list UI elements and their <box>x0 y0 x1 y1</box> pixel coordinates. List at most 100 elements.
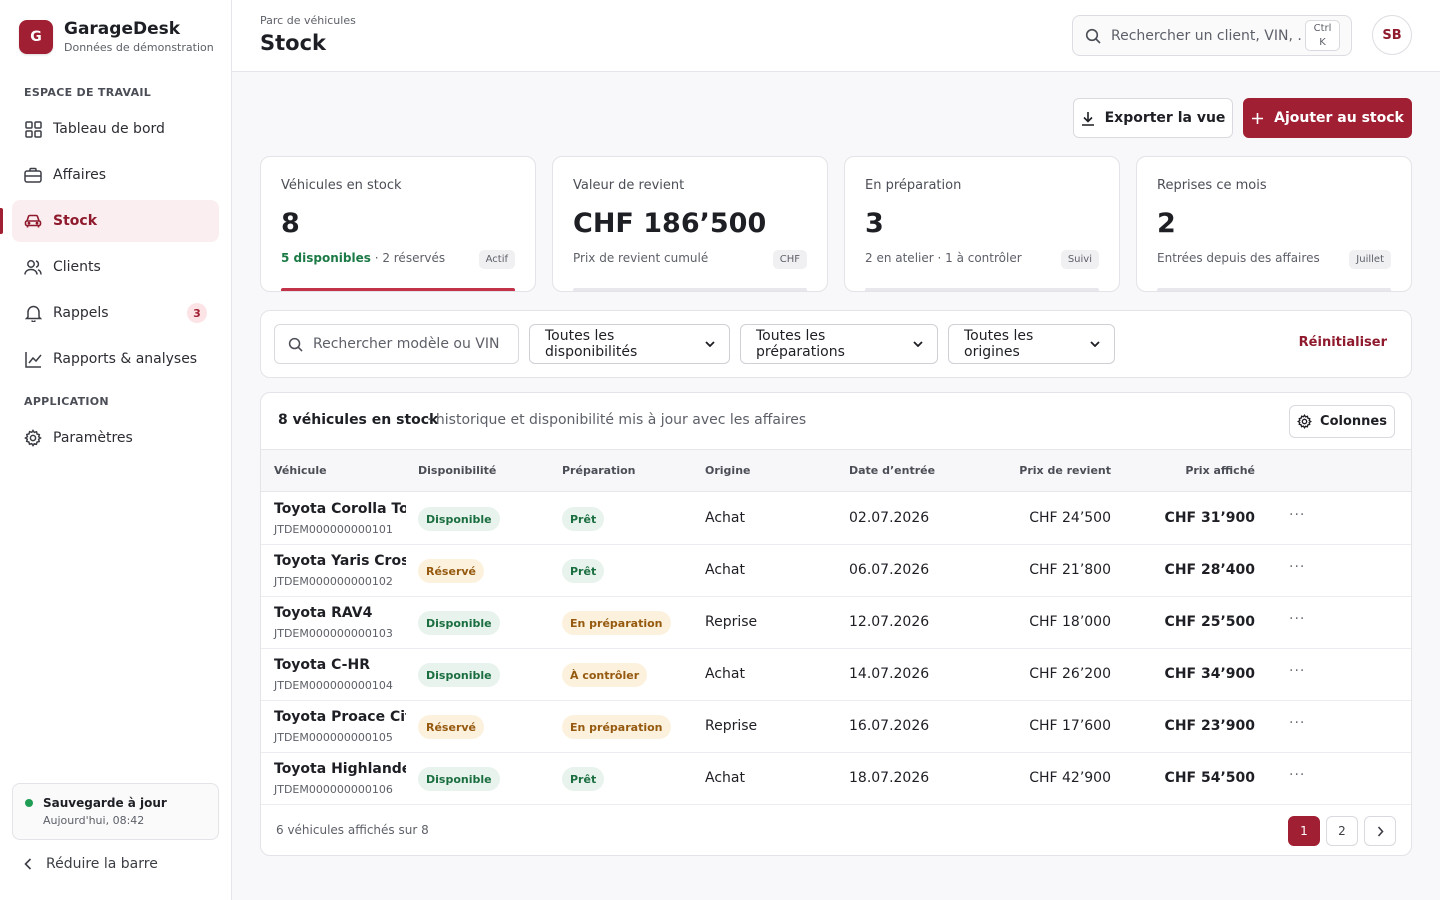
collapse-label: Réduire la barre <box>46 856 158 872</box>
user-avatar[interactable]: SB <box>1372 15 1412 55</box>
row-more-actions-button[interactable]: ··· <box>1289 507 1305 523</box>
search-icon <box>288 337 303 352</box>
kpi-progress-fill <box>281 288 515 291</box>
section-application: APPLICATION <box>24 395 109 408</box>
column-header-cost-price[interactable]: Prix de revient <box>961 464 1111 477</box>
kpi-tag: Juillet <box>1349 250 1391 269</box>
export-view-button[interactable]: Exporter la vue <box>1073 98 1233 138</box>
save-status-dot <box>25 799 33 807</box>
availability-badge: Disponible <box>418 507 500 531</box>
page-2-button[interactable]: 2 <box>1326 816 1358 846</box>
vehicle-vin: JTDEM000000000101 <box>274 523 393 536</box>
sidebar-item-label: Stock <box>53 213 98 229</box>
cost-price-cell: CHF 42’900 <box>1029 770 1111 786</box>
table-row[interactable]: Toyota Corolla Touring Sports JTDEM000000… <box>261 493 1411 545</box>
sidebar-item-label: Paramètres <box>53 430 133 446</box>
sidebar-item-affaires[interactable]: Affaires <box>12 154 219 196</box>
kpi-foot: Entrées depuis des affaires <box>1157 251 1320 265</box>
sidebar-item-label: Tableau de bord <box>53 121 165 137</box>
preparation-badge: En préparation <box>562 715 671 739</box>
row-more-actions-button[interactable]: ··· <box>1289 611 1305 627</box>
table-row[interactable]: Toyota Yaris Cross JTDEM000000000102 Réser… <box>261 545 1411 597</box>
table-row[interactable]: Toyota Highlander JTDEM000000000106 Dispon… <box>261 753 1411 805</box>
column-header-entry-date[interactable]: Date d’entrée <box>849 464 935 477</box>
kpi-foot-text: · 2 réservés <box>374 251 446 265</box>
listed-price-cell: CHF 34’900 <box>1164 666 1255 682</box>
kpi-progress-track <box>281 288 515 291</box>
listed-price-cell: CHF 31’900 <box>1164 510 1255 526</box>
sidebar-item-parametres[interactable]: Paramètres <box>12 417 219 459</box>
collapse-sidebar-button[interactable]: Réduire la barre <box>24 856 158 872</box>
vehicle-name[interactable]: Toyota Highlander <box>274 761 406 777</box>
column-header-availability[interactable]: Disponibilité <box>418 464 496 477</box>
table-row[interactable]: Toyota Proace City JTDEM000000000105 Réser… <box>261 701 1411 753</box>
vehicle-vin: JTDEM000000000103 <box>274 627 393 640</box>
kpi-value: 8 <box>281 208 300 239</box>
sidebar: G GarageDesk Données de démonstration ES… <box>0 0 232 900</box>
availability-badge: Réservé <box>418 715 484 739</box>
kpi-tag: Actif <box>478 250 515 269</box>
brand-logo: G <box>19 20 53 54</box>
preparation-badge: Prêt <box>562 767 605 791</box>
add-to-stock-button[interactable]: Ajouter au stock <box>1243 98 1412 138</box>
column-header-origin[interactable]: Origine <box>705 464 750 477</box>
table-row[interactable]: Toyota RAV4 JTDEM000000000103 Disponible En… <box>261 597 1411 649</box>
cost-price-cell: CHF 24’500 <box>1029 510 1111 526</box>
vehicle-search[interactable] <box>274 324 519 364</box>
search-icon <box>1085 28 1101 44</box>
vehicle-name[interactable]: Toyota RAV4 <box>274 605 406 621</box>
vehicle-vin: JTDEM000000000102 <box>274 575 393 588</box>
gear-icon <box>1297 414 1312 429</box>
vehicle-search-input[interactable] <box>313 336 503 352</box>
briefcase-icon <box>24 166 42 184</box>
row-more-actions-button[interactable]: ··· <box>1289 663 1305 679</box>
sidebar-item-label: Clients <box>53 259 101 275</box>
vehicle-name[interactable]: Toyota Yaris Cross <box>274 553 406 569</box>
kpi-trade-ins: Reprises ce mois 2 Entrées depuis des af… <box>1136 156 1412 292</box>
vehicle-name[interactable]: Toyota Proace City <box>274 709 406 725</box>
chevron-left-icon <box>24 858 32 870</box>
listed-price-cell: CHF 28’400 <box>1164 562 1255 578</box>
table-row[interactable]: Toyota C-HR JTDEM000000000104 Disponible À … <box>261 649 1411 701</box>
global-search[interactable]: Ctrl K <box>1072 15 1352 56</box>
preparation-badge: Prêt <box>562 507 605 531</box>
filter-bar: Toutes les disponibilités Toutes les pré… <box>260 310 1412 378</box>
row-more-actions-button[interactable]: ··· <box>1289 715 1305 731</box>
preparation-select[interactable]: Toutes les préparations <box>740 324 938 364</box>
brand-name: GarageDesk <box>64 19 181 39</box>
sidebar-item-rappels[interactable]: Rappels 3 <box>12 292 219 334</box>
row-more-actions-button[interactable]: ··· <box>1289 559 1305 575</box>
chevron-down-icon <box>705 341 715 347</box>
global-search-input[interactable] <box>1111 27 1301 44</box>
kpi-label: Véhicules en stock <box>281 178 402 193</box>
vehicle-name[interactable]: Toyota Corolla Touring Sports <box>274 501 406 517</box>
sidebar-item-stock[interactable]: Stock <box>0 200 219 242</box>
entry-date-cell: 02.07.2026 <box>849 510 930 526</box>
reset-filters-button[interactable]: Réinitialiser <box>1299 335 1387 350</box>
brand[interactable]: G GarageDesk Données de démonstration <box>19 18 214 56</box>
sidebar-item-label: Rappels <box>53 305 109 321</box>
chevron-right-icon <box>1377 825 1384 837</box>
entry-date-cell: 16.07.2026 <box>849 718 930 734</box>
listed-price-cell: CHF 54’500 <box>1164 770 1255 786</box>
kpi-progress-track <box>865 288 1099 291</box>
vehicle-name[interactable]: Toyota C-HR <box>274 657 406 673</box>
breadcrumb[interactable]: Parc de véhicules <box>260 14 356 27</box>
page-1-button[interactable]: 1 <box>1288 816 1320 846</box>
sidebar-item-rapports[interactable]: Rapports & analyses <box>12 338 219 380</box>
kpi-tag: Suivi <box>1060 250 1099 269</box>
entry-date-cell: 14.07.2026 <box>849 666 930 682</box>
next-page-button[interactable] <box>1364 816 1396 846</box>
column-header-preparation[interactable]: Préparation <box>562 464 636 477</box>
availability-select[interactable]: Toutes les disponibilités <box>529 324 730 364</box>
sidebar-item-clients[interactable]: Clients <box>12 246 219 288</box>
page-title: Stock <box>260 31 327 55</box>
origin-select[interactable]: Toutes les origines <box>948 324 1115 364</box>
sidebar-item-dashboard[interactable]: Tableau de bord <box>12 108 219 150</box>
kbd-ctrl: Ctrl <box>1313 22 1332 34</box>
table-subtitle: · historique et disponibilité mis à jour… <box>427 412 807 428</box>
columns-button[interactable]: Colonnes <box>1289 405 1395 438</box>
column-header-vehicle[interactable]: Véhicule <box>274 464 327 477</box>
column-header-listed-price[interactable]: Prix affiché <box>1104 464 1255 477</box>
row-more-actions-button[interactable]: ··· <box>1289 767 1305 783</box>
